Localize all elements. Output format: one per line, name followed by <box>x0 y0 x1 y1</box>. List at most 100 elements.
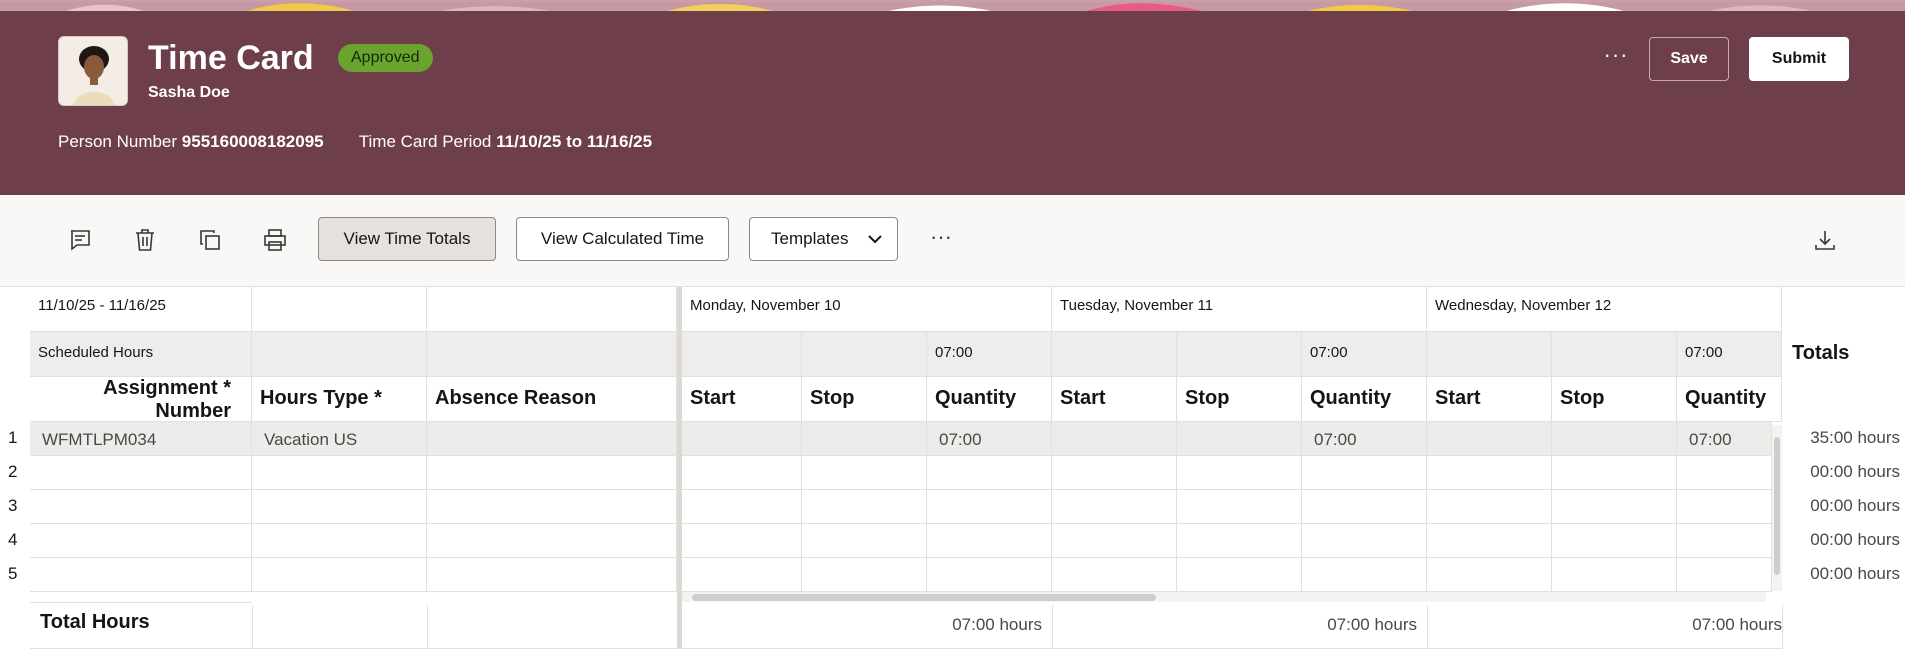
row-number: 5 <box>8 564 18 583</box>
cell-hours-type[interactable] <box>252 524 427 558</box>
cell-wed-quantity[interactable] <box>1677 456 1772 490</box>
cell-wed-stop[interactable] <box>1552 456 1677 490</box>
cell-mon-quantity[interactable] <box>927 490 1052 524</box>
cell-wed-start[interactable] <box>1427 558 1552 592</box>
col-tue-quantity[interactable]: Quantity <box>1302 377 1427 422</box>
row-number: 3 <box>8 496 18 515</box>
cell-mon-start[interactable] <box>682 490 802 524</box>
cell-tue-stop[interactable] <box>1177 490 1302 524</box>
col-assignment-label-1: Assignment <box>103 377 218 399</box>
cell-mon-quantity[interactable] <box>927 558 1052 592</box>
row-number: 4 <box>8 530 18 549</box>
day-header-mon: Monday, November 10 <box>682 287 1052 332</box>
templates-menu-button[interactable]: Templates <box>749 217 898 261</box>
col-wed-quantity[interactable]: Quantity <box>1677 377 1782 422</box>
cell-wed-stop[interactable] <box>1552 490 1677 524</box>
cell-wed-start[interactable] <box>1427 456 1552 490</box>
cell-wed-start[interactable] <box>1427 524 1552 558</box>
col-hours-type[interactable]: Hours Type * <box>252 377 427 422</box>
row-total: 00:00 hours <box>1810 462 1900 481</box>
cell-hours-type[interactable]: Vacation US <box>252 422 427 456</box>
col-mon-quantity[interactable]: Quantity <box>927 377 1052 422</box>
cell-mon-quantity[interactable] <box>927 456 1052 490</box>
cell-mon-stop[interactable] <box>802 490 927 524</box>
cell-mon-stop[interactable] <box>802 456 927 490</box>
cell-absence-reason[interactable] <box>427 456 677 490</box>
save-button[interactable]: Save <box>1649 37 1729 81</box>
cell-mon-stop[interactable] <box>802 422 927 456</box>
cell-wed-stop[interactable] <box>1552 558 1677 592</box>
cell-tue-stop[interactable] <box>1177 524 1302 558</box>
cell-tue-start[interactable] <box>1052 456 1177 490</box>
copy-icon[interactable] <box>193 223 227 257</box>
cell-mon-start[interactable] <box>682 558 802 592</box>
cell-tue-start[interactable] <box>1052 490 1177 524</box>
cell-mon-quantity[interactable] <box>927 524 1052 558</box>
cell-mon-stop[interactable] <box>802 524 927 558</box>
vertical-scrollbar-thumb[interactable] <box>1774 437 1780 575</box>
view-time-totals-button[interactable]: View Time Totals <box>318 217 496 261</box>
col-absence-reason[interactable]: Absence Reason <box>427 377 677 422</box>
cell-absence-reason[interactable] <box>427 524 677 558</box>
col-tue-stop[interactable]: Stop <box>1177 377 1302 422</box>
cell-hours-type[interactable] <box>252 456 427 490</box>
toolbar-more-button[interactable]: ··· <box>924 223 958 257</box>
cell-tue-quantity[interactable] <box>1302 456 1427 490</box>
cell-hours-type[interactable] <box>252 558 427 592</box>
cell-tue-start[interactable] <box>1052 524 1177 558</box>
cell-assignment[interactable]: WFMTLPM034 <box>30 422 252 456</box>
col-tue-start[interactable]: Start <box>1052 377 1177 422</box>
col-wed-stop[interactable]: Stop <box>1552 377 1677 422</box>
cell-hours-type[interactable] <box>252 490 427 524</box>
comment-icon[interactable] <box>63 223 97 257</box>
toolbar: View Time Totals View Calculated Time Te… <box>0 195 1905 287</box>
cell-tue-quantity[interactable]: 07:00 <box>1302 422 1427 456</box>
horizontal-scrollbar-thumb[interactable] <box>692 594 1156 601</box>
col-assignment-number[interactable]: Assignment * Number <box>30 377 252 422</box>
row-total: 00:00 hours <box>1810 496 1900 515</box>
cell-absence-reason[interactable] <box>427 422 677 456</box>
cell-assignment[interactable] <box>30 558 252 592</box>
cell-mon-stop[interactable] <box>802 558 927 592</box>
templates-label: Templates <box>771 229 849 248</box>
print-icon[interactable] <box>258 223 292 257</box>
cell-assignment[interactable] <box>30 456 252 490</box>
cell-wed-start[interactable] <box>1427 422 1552 456</box>
cell-tue-start[interactable] <box>1052 422 1177 456</box>
cell-wed-quantity[interactable]: 07:00 <box>1677 422 1772 456</box>
cell-tue-quantity[interactable] <box>1302 524 1427 558</box>
cell-tue-quantity[interactable] <box>1302 558 1427 592</box>
cell-mon-start[interactable] <box>682 456 802 490</box>
cell-mon-quantity[interactable]: 07:00 <box>927 422 1052 456</box>
delete-icon[interactable] <box>128 223 162 257</box>
cell-wed-quantity[interactable] <box>1677 490 1772 524</box>
cell-absence-reason[interactable] <box>427 490 677 524</box>
cell-wed-quantity[interactable] <box>1677 524 1772 558</box>
download-icon[interactable] <box>1808 223 1842 257</box>
cell-tue-start[interactable] <box>1052 558 1177 592</box>
cell-tue-stop[interactable] <box>1177 456 1302 490</box>
col-mon-start[interactable]: Start <box>682 377 802 422</box>
period-label: Time Card Period <box>358 132 492 151</box>
more-actions-button[interactable]: ··· <box>1600 42 1632 74</box>
submit-button[interactable]: Submit <box>1749 37 1849 81</box>
cell-wed-start[interactable] <box>1427 490 1552 524</box>
cell-wed-stop[interactable] <box>1552 524 1677 558</box>
cell-tue-stop[interactable] <box>1177 422 1302 456</box>
col-wed-start[interactable]: Start <box>1427 377 1552 422</box>
person-number: 955160008182095 <box>181 132 324 151</box>
cell-wed-stop[interactable] <box>1552 422 1677 456</box>
period-value: 11/10/25 to 11/16/25 <box>496 132 653 151</box>
day-header-tue: Tuesday, November 11 <box>1052 287 1427 332</box>
cell-wed-quantity[interactable] <box>1677 558 1772 592</box>
cell-tue-quantity[interactable] <box>1302 490 1427 524</box>
cell-mon-start[interactable] <box>682 524 802 558</box>
cell-assignment[interactable] <box>30 524 252 558</box>
col-mon-stop[interactable]: Stop <box>802 377 927 422</box>
page-header: Time Card Approved Sasha Doe Person Numb… <box>0 0 1905 195</box>
cell-absence-reason[interactable] <box>427 558 677 592</box>
cell-tue-stop[interactable] <box>1177 558 1302 592</box>
view-calculated-time-button[interactable]: View Calculated Time <box>516 217 729 261</box>
cell-assignment[interactable] <box>30 490 252 524</box>
cell-mon-start[interactable] <box>682 422 802 456</box>
